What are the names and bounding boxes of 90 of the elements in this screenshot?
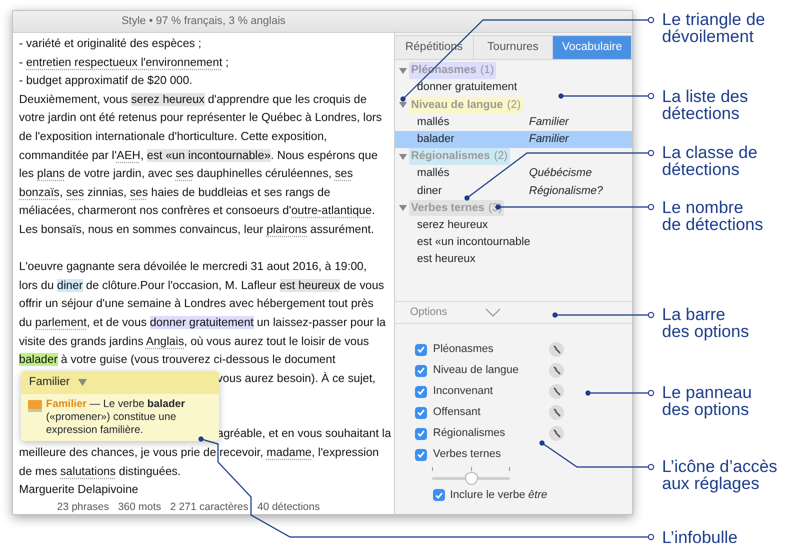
text-line: L'oeuvre gagnante sera dévoilée le mercredi 31 aout 2016, à 19:00, bbox=[19, 259, 368, 276]
tooltip-text: Familier — Le verbe balader («promener») constitue une expression familière. bbox=[46, 398, 186, 437]
slider-thumb[interactable] bbox=[465, 472, 478, 485]
callout-label: Le triangle de dévoilement bbox=[662, 11, 766, 45]
category-name: Verbes ternes bbox=[411, 200, 484, 216]
detection-note: Familier bbox=[529, 114, 569, 130]
detection-row[interactable]: est «un incontournable bbox=[395, 234, 632, 252]
text-line: les plans de votre jardin, avec ses dauphinelles céruléennes, ses bbox=[19, 166, 354, 182]
window-title: Style • 97 % français, 3 % anglais bbox=[121, 14, 286, 30]
text-line: Deuxièmement, vous serez heureux d'apprendre que les croquis de bbox=[19, 92, 368, 108]
tab[interactable]: Tournures bbox=[474, 36, 553, 59]
text-line: de l'exposition internationale d'horticulture. Cette exposition, bbox=[19, 128, 328, 145]
option-label: Offensant bbox=[433, 405, 482, 420]
detection-count: (2) bbox=[507, 98, 521, 113]
callout-label: Le panneau des options bbox=[662, 384, 752, 418]
option-label: Inconvenant bbox=[433, 384, 494, 400]
text-line: agréable, et en vous souhaitant la bbox=[217, 426, 392, 442]
callout-label: La barre des options bbox=[662, 306, 749, 340]
checkbox[interactable] bbox=[433, 489, 445, 502]
checkbox[interactable] bbox=[415, 364, 427, 376]
detection-row[interactable]: diner Régionalisme? bbox=[395, 182, 632, 200]
detection-row[interactable]: mallés Québécisme bbox=[395, 165, 632, 182]
text-line: visite des grands jardins Anglais, où vous aurez tout le loisir de vous bbox=[19, 334, 370, 350]
wrench-icon[interactable] bbox=[549, 342, 564, 357]
checkbox[interactable] bbox=[415, 406, 427, 418]
text-line: lors du diner de clôture.Pour l'occasion, M. Lafleur est heureux de vous bbox=[19, 278, 386, 294]
detection-text: mallés bbox=[417, 166, 450, 182]
detection-text: diner bbox=[417, 184, 443, 198]
status-text: 360 mots bbox=[118, 500, 162, 515]
detection-row[interactable]: serez heureux bbox=[395, 216, 632, 234]
detection-text: serez heureux bbox=[417, 218, 489, 233]
callout-label: La classe de détections bbox=[662, 144, 758, 178]
detection-text: balader bbox=[417, 132, 456, 147]
text-line: - budget approximatif de $20 000. bbox=[19, 73, 194, 90]
text-line: votre jardin ont été retenus pour représenter le Québec à Londres, lors bbox=[19, 110, 383, 126]
text-line: balader à votre guise (vous trouverez ci-dessous le document bbox=[19, 352, 336, 368]
text-line: Les bonsaïs, nous en sommes convaincus, leur plairons assurément. bbox=[19, 222, 376, 238]
text-line: commanditée par l'AEH, est «un incontournable». Nous espérons que bbox=[19, 148, 379, 164]
option-label: Verbes ternes bbox=[433, 447, 502, 462]
option-label: Niveau de langue bbox=[433, 363, 520, 378]
text-line: du parlement, et de vous donner gratuitement un laissez-passer pour la bbox=[19, 314, 387, 331]
text-line: offrir un séjour d'une semaine à Londres avec hébergement tout près bbox=[19, 296, 375, 312]
category-name: Régionalismes bbox=[411, 149, 490, 164]
chevron-down-icon[interactable] bbox=[485, 308, 502, 317]
text-line: de mes salutations distinguées. bbox=[19, 464, 182, 480]
option-label: Pléonasmes bbox=[433, 342, 495, 358]
checkbox[interactable] bbox=[415, 448, 427, 460]
detection-note: Québécisme bbox=[529, 166, 592, 182]
callout-label: La liste des détections bbox=[662, 88, 748, 122]
caret-icon[interactable] bbox=[78, 379, 87, 386]
options-title: Options bbox=[410, 305, 448, 320]
detection-text: est «un incontournable bbox=[417, 235, 530, 250]
checkbox[interactable] bbox=[415, 386, 427, 398]
callout-label: Le nombre de détections bbox=[662, 199, 764, 233]
category-name: Niveau de langue bbox=[411, 98, 504, 113]
checkbox[interactable] bbox=[415, 344, 427, 356]
book-icon bbox=[27, 399, 43, 413]
text-line: bonzaïs, ses zinnias, ses haies de buddleias et ses rangs de bbox=[19, 184, 332, 201]
option-label: Inclure le verbe être bbox=[450, 488, 548, 503]
text-line: - variété et originalité des espèces ; bbox=[19, 36, 202, 52]
detection-text: mallés bbox=[417, 114, 450, 130]
detection-text: est heureux bbox=[417, 252, 476, 268]
leader-line bbox=[585, 390, 654, 396]
detection-count: (2) bbox=[494, 149, 508, 164]
text-line: - entretien respectueux l'environnement ; bbox=[19, 54, 230, 71]
detection-row[interactable]: balader Familier bbox=[395, 130, 632, 148]
callout-label: L’infobulle bbox=[662, 529, 738, 545]
text-line: Marguerite Delapivoine bbox=[19, 482, 140, 498]
option-label: Régionalismes bbox=[433, 426, 506, 442]
detection-row[interactable]: donner gratuitement bbox=[395, 79, 632, 96]
wrench-icon[interactable] bbox=[549, 405, 564, 420]
slider[interactable] bbox=[432, 465, 510, 485]
detection-row[interactable]: mallés Familier bbox=[395, 114, 632, 131]
detection-count: (1) bbox=[480, 63, 494, 78]
detection-row[interactable]: est heureux bbox=[395, 251, 632, 268]
detection-text: donner gratuitement bbox=[417, 80, 518, 96]
wrench-icon[interactable] bbox=[549, 363, 564, 378]
text-line: meilleure des chances, je vous prie de recevoir, madame, l'expression bbox=[19, 445, 380, 462]
callout-label: L’icône d’accès aux réglages bbox=[662, 458, 778, 492]
text-line: méliacées, charmeront nos confrères et consoeurs d'outre-atlantique. bbox=[19, 203, 376, 220]
disclosure-triangle-icon[interactable] bbox=[399, 100, 407, 109]
wrench-icon[interactable] bbox=[549, 426, 564, 441]
detection-note: Régionalisme? bbox=[529, 184, 604, 198]
detection-note: Familier bbox=[529, 132, 569, 147]
checkbox[interactable] bbox=[415, 428, 427, 440]
wrench-icon[interactable] bbox=[549, 384, 564, 399]
tooltip-title: Familier bbox=[29, 374, 70, 390]
status-text: 40 détections bbox=[257, 500, 320, 515]
status-text: 2 271 caractères bbox=[170, 500, 248, 515]
status-text: 23 phrases bbox=[57, 500, 109, 515]
